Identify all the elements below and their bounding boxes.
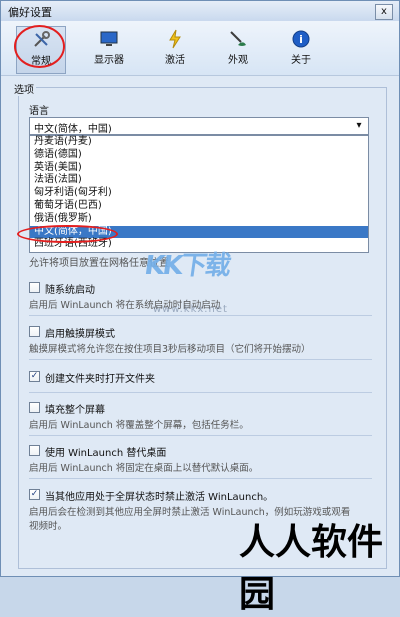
checkbox[interactable] (29, 282, 40, 293)
window-title: 偏好设置 (8, 6, 52, 19)
lightning-icon (165, 29, 185, 49)
divider (29, 392, 372, 393)
chevron-down-icon[interactable]: ▾ (353, 120, 365, 132)
language-selected-value: 中文(简体，中国) (34, 124, 112, 135)
watermark-kk-text: KK下载 (142, 251, 232, 281)
divider (29, 478, 372, 479)
options-group-title: 选项 (12, 81, 36, 96)
language-option[interactable]: 德语(德国) (30, 149, 368, 162)
info-icon: i (291, 29, 311, 49)
language-option[interactable]: 法语(法国) (30, 174, 368, 187)
checkbox[interactable] (29, 445, 40, 456)
checkbox-checked[interactable]: ✓ (29, 371, 40, 382)
watermark-brand: 人人软件园 (239, 522, 384, 615)
selected-language-highlight-ring (17, 225, 118, 243)
divider (29, 435, 372, 436)
title-bar: 偏好设置 x (1, 1, 399, 22)
svg-text:i: i (299, 33, 303, 46)
tab-activation[interactable]: 激活 (152, 26, 198, 72)
monitor-icon (99, 29, 119, 49)
option-label: 当其他应用处于全屏状态时禁止激活 WinLaunch。 (45, 492, 274, 503)
language-option[interactable]: 英语(美国) (30, 162, 368, 175)
preferences-window: 偏好设置 x 常规 显示器 激活 外观 i 关于 选项 语言 中文(简体，中国)… (0, 0, 400, 615)
option-description: 触摸屏模式将允许您在按住项目3秒后移动项目（它们将开始摆动） (29, 344, 311, 355)
active-tab-highlight-ring (14, 25, 65, 68)
option-label: 填充整个屏幕 (45, 405, 105, 416)
close-button[interactable]: x (375, 4, 393, 20)
option-description: 启用后 WinLaunch 将覆盖整个屏幕，包括任务栏。 (29, 420, 249, 431)
option-label: 创建文件夹时打开文件夹 (45, 374, 155, 385)
divider (29, 315, 372, 316)
tab-display[interactable]: 显示器 (86, 26, 132, 72)
tab-display-label: 显示器 (94, 55, 124, 66)
language-select[interactable]: 中文(简体，中国) ▾ (29, 117, 369, 135)
checkbox[interactable] (29, 326, 40, 337)
option-label: 使用 WinLaunch 替代桌面 (45, 448, 167, 459)
language-option[interactable]: 葡萄牙语(巴西) (30, 200, 368, 213)
option-description: 启用后 WinLaunch 将在系统启动时自动启动 (29, 300, 221, 311)
language-option[interactable]: 丹麦语(丹麦) (30, 136, 368, 149)
tab-activation-label: 激活 (165, 55, 185, 66)
tab-about-label: 关于 (291, 55, 311, 66)
tab-about[interactable]: i 关于 (278, 26, 324, 72)
language-label: 语言 (29, 106, 49, 117)
language-option[interactable]: 匈牙利语(匈牙利) (30, 187, 368, 200)
option-label: 启用触摸屏模式 (45, 329, 115, 340)
language-option[interactable]: 俄语(俄罗斯) (30, 213, 368, 226)
checkbox-checked[interactable]: ✓ (29, 489, 40, 500)
tab-appearance[interactable]: 外观 (215, 26, 261, 72)
watermark-kk: KK下载 (142, 245, 232, 282)
tab-appearance-label: 外观 (228, 55, 248, 66)
brush-icon (228, 29, 248, 49)
option-label: 随系统启动 (45, 285, 95, 296)
divider (29, 359, 372, 360)
checkbox[interactable] (29, 402, 40, 413)
option-description: 启用后 WinLaunch 将固定在桌面上以替代默认桌面。 (29, 463, 259, 474)
